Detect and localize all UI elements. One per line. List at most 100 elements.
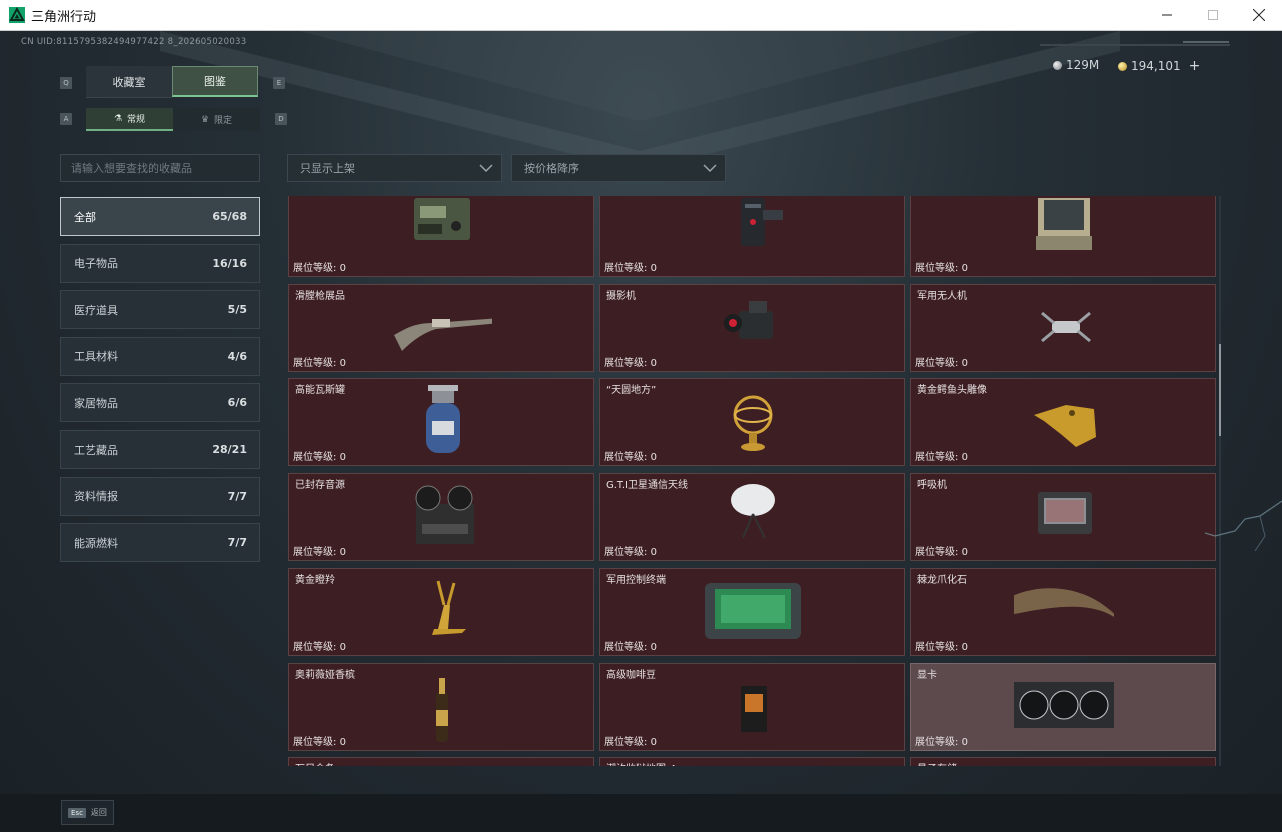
collection-item-card[interactable]: 高级咖啡豆 展位等级: 0 [599,662,905,751]
gold-amount: 194,101 [1131,59,1181,73]
subtab-regular[interactable]: ⚗ 常规 [86,108,173,131]
category-label: 工具材料 [74,350,118,364]
collection-item-card[interactable]: 展位等级: 0 [288,196,594,277]
collection-item-card[interactable]: 摄影机 展位等级: 0 [599,283,905,372]
item-level-value: 0 [339,263,346,274]
item-level-label: 展位等级: [293,547,340,559]
collection-item-card[interactable]: 黄金瞪羚 展位等级: 0 [288,567,594,656]
item-level: 展位等级: 0 [293,543,346,558]
minimize-icon[interactable] [1144,0,1190,30]
category-label: 电子物品 [74,257,118,271]
category-item[interactable]: 工艺藏品 28/21 [60,430,260,469]
key-hint-q: Q [60,77,72,89]
category-count: 65/68 [212,210,247,223]
category-item[interactable]: 医疗道具 5/5 [60,290,260,330]
maximize-icon[interactable] [1190,0,1236,30]
category-item[interactable]: 电子物品 16/16 [60,243,260,283]
item-level-value: 0 [650,547,657,559]
item-level: 展位等级: 0 [604,259,657,274]
item-level-label: 展位等级: [604,263,651,274]
gold-bar-item-icon [392,764,492,766]
item-level-label: 展位等级: [293,736,340,748]
item-level-value: 0 [961,547,968,559]
category-item[interactable]: 能源燃料 7/7 [60,523,260,563]
collection-item-card[interactable]: 展位等级: 0 [599,196,905,277]
item-level-value: 0 [961,357,968,369]
camera-item-icon [724,300,773,339]
item-name: 黄金鳄鱼头雕像 [917,385,987,397]
game-screen: CN UID:8115795382494977422 8_20260502003… [0,31,1282,832]
collection-item-card[interactable]: 展位等级: 0 [910,196,1216,277]
item-level-label: 展位等级: [604,452,651,464]
app-logo-icon [9,7,25,23]
collection-item-card[interactable]: 已封存音源 展位等级: 0 [288,473,594,562]
subtab-limited[interactable]: ♛ 限定 [173,108,260,131]
category-count: 7/7 [227,489,247,503]
scrollbar-thumb[interactable] [1219,344,1221,436]
lightning-decoration [1205,500,1282,552]
item-level-label: 展位等级: [293,641,340,653]
collection-item-card[interactable]: 军用无人机展位等级: 0 [910,283,1216,372]
item-name: 军用控制终端 [606,574,666,586]
collection-item-card[interactable]: 潮汐监狱地图-4 [599,757,905,766]
silver-amount: 129M [1066,58,1100,72]
item-name: 量子存储 [917,760,957,766]
item-level-label: 展位等级: [915,736,962,748]
musket-item-icon [394,318,492,351]
back-button[interactable]: Esc 返回 [61,800,114,825]
category-item[interactable]: 资料情报 7/7 [60,476,260,516]
item-level-label: 展位等级: [604,547,651,559]
item-level-label: 展位等级: [915,263,962,274]
close-icon[interactable] [1236,0,1282,30]
item-level: 展位等级: 0 [293,733,346,748]
collection-item-card[interactable]: 奥莉薇娅香槟 展位等级: 0 [288,662,594,751]
item-level-label: 展位等级: [915,452,962,464]
category-item[interactable]: 全部 65/68 [60,197,260,236]
item-level-value: 0 [650,452,657,464]
category-item[interactable]: 工具材料 4/6 [60,336,260,376]
gold-coin-icon [1118,61,1127,71]
drone-item-icon [1041,311,1091,342]
item-level-label: 展位等级: [915,547,962,559]
tab-catalog[interactable]: 图鉴 [172,66,258,97]
collection-item-card[interactable]: 黄金鳄鱼头雕像 展位等级: 0 [910,378,1216,467]
collection-item-card[interactable]: G.T.I卫星通信天线 展位等级: 0 [599,473,905,562]
collection-item-card[interactable]: 显卡 展位等级: 0 [910,662,1216,751]
item-level-value: 0 [339,452,346,464]
item-name: 棘龙爪化石 [917,574,967,586]
item-level-value: 0 [961,641,968,653]
item-level-value: 0 [650,263,657,274]
add-currency-button[interactable]: + [1189,58,1201,74]
collection-item-card[interactable]: 滑膛枪展品 展位等级: 0 [288,283,594,372]
item-level-value: 0 [650,641,657,653]
item-level: 展位等级: 0 [915,638,968,653]
item-level-value: 0 [650,736,657,748]
item-name: 显卡 [917,669,937,681]
category-item[interactable]: 家居物品 6/6 [60,383,260,423]
collection-item-card[interactable]: 军用控制终端 展位等级: 0 [599,567,905,656]
sort-dropdown[interactable]: 按价格降序 [511,154,726,182]
collection-item-card[interactable]: 万足金条 [288,757,594,766]
collection-item-card[interactable]: 棘龙爪化石展位等级: 0 [910,567,1216,656]
category-label: 资料情报 [74,490,118,504]
scrollbar-track[interactable] [1219,196,1221,766]
subtab-limited-label: 限定 [214,116,233,126]
collection-item-card[interactable]: 高能瓦斯罐 展位等级: 0 [288,378,594,467]
shelf-filter-dropdown[interactable]: 只显示上架 [287,154,502,182]
item-name: 高级咖啡豆 [606,669,656,681]
collection-item-card[interactable]: “天圆地方” 展位等级: 0 [599,378,905,467]
item-name: 军用无人机 [917,290,967,302]
collection-item-card[interactable]: 量子存储 [910,757,1216,766]
tab-collection-room[interactable]: 收藏室 [86,66,172,98]
item-level: 展位等级: 0 [915,543,968,558]
item-name: 潮汐监狱地图-4 [606,760,676,766]
item-level-label: 展位等级: [293,357,340,369]
collection-search-input[interactable] [60,154,260,182]
map-item-icon [703,764,803,766]
player-uid: CN UID:8115795382494977422 8_20260502003… [21,37,247,47]
collection-item-card[interactable]: 呼吸机 展位等级: 0 [910,473,1216,562]
item-level-label: 展位等级: [915,357,962,369]
category-label: 医疗道具 [74,303,118,317]
coffee-bag-item-icon [741,685,767,732]
croc-statue-item-icon [1034,405,1096,448]
